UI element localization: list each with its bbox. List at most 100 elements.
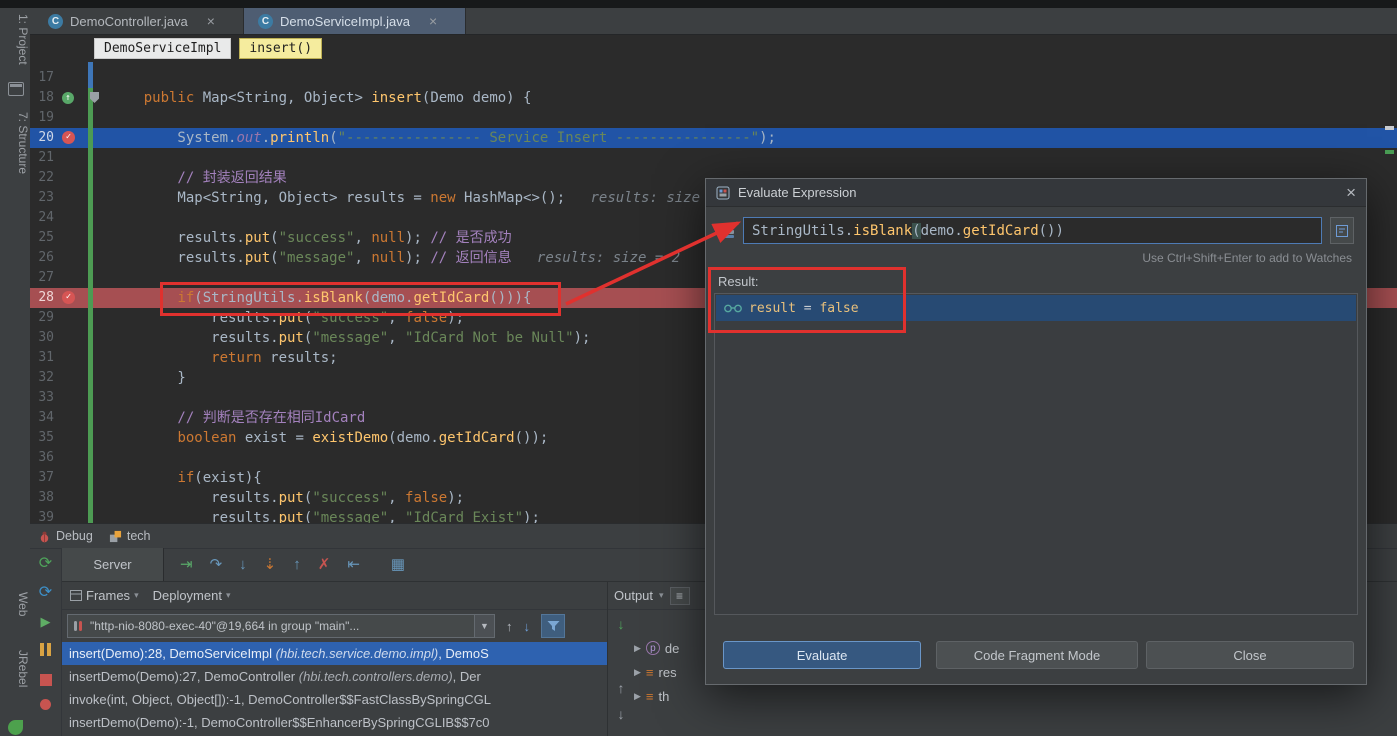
evaluate-expression-icon[interactable]: ▦ bbox=[391, 557, 405, 572]
code-token: put bbox=[279, 330, 304, 346]
parameter-icon: p bbox=[646, 641, 660, 655]
editor-tab[interactable]: CDemoServiceImpl.java× bbox=[244, 8, 466, 34]
step-over-icon[interactable]: ↷ bbox=[210, 557, 223, 572]
vcs-change-marker bbox=[88, 208, 93, 228]
layout-settings-icon[interactable]: ≡ bbox=[670, 587, 690, 605]
pause-icon[interactable] bbox=[39, 643, 53, 661]
error-stripe-mark[interactable] bbox=[1385, 150, 1394, 154]
error-stripe-mark[interactable] bbox=[1385, 126, 1394, 130]
vcs-change-marker bbox=[88, 108, 93, 128]
ide-window: 1: Project 7: Structure Web JRebel CDemo… bbox=[0, 0, 1397, 736]
breakpoint-icon[interactable]: ✓ bbox=[62, 131, 75, 144]
scroll-to-end-icon[interactable]: ↓ bbox=[618, 616, 625, 632]
line-number: 29 bbox=[30, 308, 54, 328]
code-text: } bbox=[110, 368, 186, 388]
line-number: 30 bbox=[30, 328, 54, 348]
line-number: 17 bbox=[30, 68, 54, 88]
thread-dropdown[interactable]: "http-nio-8080-exec-40"@19,664 in group … bbox=[67, 614, 495, 638]
stack-frame[interactable]: insert(Demo):28, DemoServiceImpl (hbi.te… bbox=[62, 642, 607, 665]
code-line-20: 20 ✓ System.out.println("----------------… bbox=[30, 128, 1397, 148]
tab-deployment[interactable]: Deployment ▾ bbox=[153, 588, 231, 603]
expand-arrow-icon[interactable]: ▶ bbox=[634, 667, 641, 678]
show-execution-point-icon[interactable]: ⇥ bbox=[180, 557, 193, 572]
close-tab-icon[interactable]: × bbox=[207, 13, 215, 29]
tab-output[interactable]: Output bbox=[614, 588, 653, 603]
expression-token: getIdCard bbox=[963, 223, 1039, 239]
jrebel-leaf-icon bbox=[8, 720, 23, 735]
expand-arrow-icon[interactable]: ▶ bbox=[634, 691, 641, 702]
thread-selector-row: "http-nio-8080-exec-40"@19,664 in group … bbox=[62, 610, 607, 642]
close-icon[interactable]: × bbox=[1346, 183, 1356, 203]
expression-row: StringUtils.isBlank(demo.getIdCard()) bbox=[718, 217, 1354, 244]
breadcrumb-class[interactable]: DemoServ­iceImpl bbox=[94, 38, 231, 59]
tab-server[interactable]: Server bbox=[62, 548, 164, 581]
code-fragment-mode-button[interactable]: Code Fragment Mode bbox=[936, 641, 1138, 669]
frame-up-icon[interactable]: ↑ bbox=[506, 619, 513, 634]
dropdown-arrow-icon[interactable]: ▼ bbox=[474, 615, 494, 637]
step-into-icon[interactable]: ↓ bbox=[239, 557, 247, 572]
watch-icon bbox=[724, 303, 742, 313]
code-token: isBlank bbox=[304, 290, 363, 306]
code-token: "---------------- Service Insert -------… bbox=[338, 130, 759, 146]
evaluate-button[interactable]: Evaluate bbox=[723, 641, 921, 669]
toolwindow-button-project[interactable]: 1: Project bbox=[0, 14, 30, 65]
chevron-down-icon: ▾ bbox=[226, 590, 231, 601]
toolwindow-button-web[interactable]: Web bbox=[0, 592, 30, 616]
expression-input[interactable]: StringUtils.isBlank(demo.getIdCard()) bbox=[743, 217, 1322, 244]
stop-icon[interactable] bbox=[40, 674, 52, 686]
stack-frame[interactable]: insertDemo(Demo):-1, DemoController$$Enh… bbox=[62, 711, 607, 734]
code-token: ( bbox=[270, 250, 278, 266]
filter-frames-icon[interactable] bbox=[541, 614, 565, 638]
frame-down-icon[interactable]: ↓ bbox=[524, 619, 531, 634]
code-token: null bbox=[371, 250, 405, 266]
code-token: // 判断是否存在相同IdCard bbox=[110, 410, 365, 426]
code-token: Map<String, Object> results = bbox=[110, 190, 430, 206]
thread-icon bbox=[73, 620, 84, 632]
line-number: 20 bbox=[30, 128, 54, 148]
rerun-icon[interactable]: ⟳ bbox=[39, 556, 52, 572]
prev-occurrence-icon[interactable]: ↑ bbox=[618, 680, 625, 696]
code-token: , bbox=[388, 510, 405, 523]
dialog-title-bar[interactable]: Evaluate Expression × bbox=[706, 179, 1366, 207]
vcs-change-marker bbox=[88, 388, 93, 408]
implementing-method-icon[interactable]: ↑ bbox=[62, 92, 74, 104]
vcs-change-marker bbox=[88, 228, 93, 248]
next-occurrence-icon[interactable]: ↓ bbox=[618, 706, 625, 722]
code-token: (StringUtils. bbox=[194, 290, 304, 306]
stack-frame[interactable]: insertDemo(Demo):27, DemoController (hbi… bbox=[62, 665, 607, 688]
update-application-icon[interactable]: ⟳ bbox=[39, 585, 52, 601]
breadcrumb-method[interactable]: insert() bbox=[239, 38, 322, 59]
tool-window-icon[interactable] bbox=[8, 82, 24, 96]
editor-tab[interactable]: CDemoController.java× bbox=[34, 8, 244, 34]
view-breakpoints-icon[interactable] bbox=[40, 699, 51, 710]
close-tab-icon[interactable]: × bbox=[429, 13, 437, 29]
force-step-into-icon[interactable]: ⇣ bbox=[264, 557, 277, 572]
close-button[interactable]: Close bbox=[1146, 641, 1354, 669]
toolwindow-button-jrebel[interactable]: JRebel bbox=[0, 650, 30, 687]
code-text: System.out.println("---------------- Ser… bbox=[110, 128, 776, 148]
drop-frame-icon[interactable]: ✗ bbox=[318, 557, 331, 572]
tab-frames[interactable]: Frames ▾ bbox=[70, 588, 139, 603]
output-toolbar: ↓ ↑ ↓ bbox=[610, 616, 632, 736]
code-token: ); bbox=[405, 250, 430, 266]
tab-run-config-tech[interactable]: tech bbox=[109, 529, 151, 543]
code-token: if bbox=[177, 290, 194, 306]
tab-debug[interactable]: Debug bbox=[38, 529, 93, 543]
step-out-icon[interactable]: ↑ bbox=[293, 557, 301, 572]
expand-arrow-icon[interactable]: ▶ bbox=[634, 643, 641, 654]
vcs-change-marker bbox=[88, 508, 93, 523]
stack-frame[interactable]: invoke(int, Object, Object[]):-1, DemoCo… bbox=[62, 688, 607, 711]
result-row[interactable]: result = false bbox=[716, 295, 1356, 321]
run-to-cursor-icon[interactable]: ⇤ bbox=[347, 557, 360, 572]
expand-to-multiline-icon[interactable] bbox=[1330, 217, 1354, 244]
resume-icon[interactable]: ▶ bbox=[41, 614, 51, 630]
class-icon: C bbox=[48, 14, 63, 29]
code-line-17: 17 bbox=[30, 68, 1397, 88]
debug-bug-icon bbox=[38, 530, 51, 543]
vcs-change-marker bbox=[88, 288, 93, 308]
toolwindow-button-structure[interactable]: 7: Structure bbox=[0, 112, 30, 174]
chevron-down-icon: ▾ bbox=[659, 590, 664, 601]
breakpoint-icon[interactable]: ✓ bbox=[62, 291, 75, 304]
vcs-change-marker bbox=[88, 268, 93, 288]
variable-row[interactable]: ▶≡th bbox=[634, 684, 758, 708]
